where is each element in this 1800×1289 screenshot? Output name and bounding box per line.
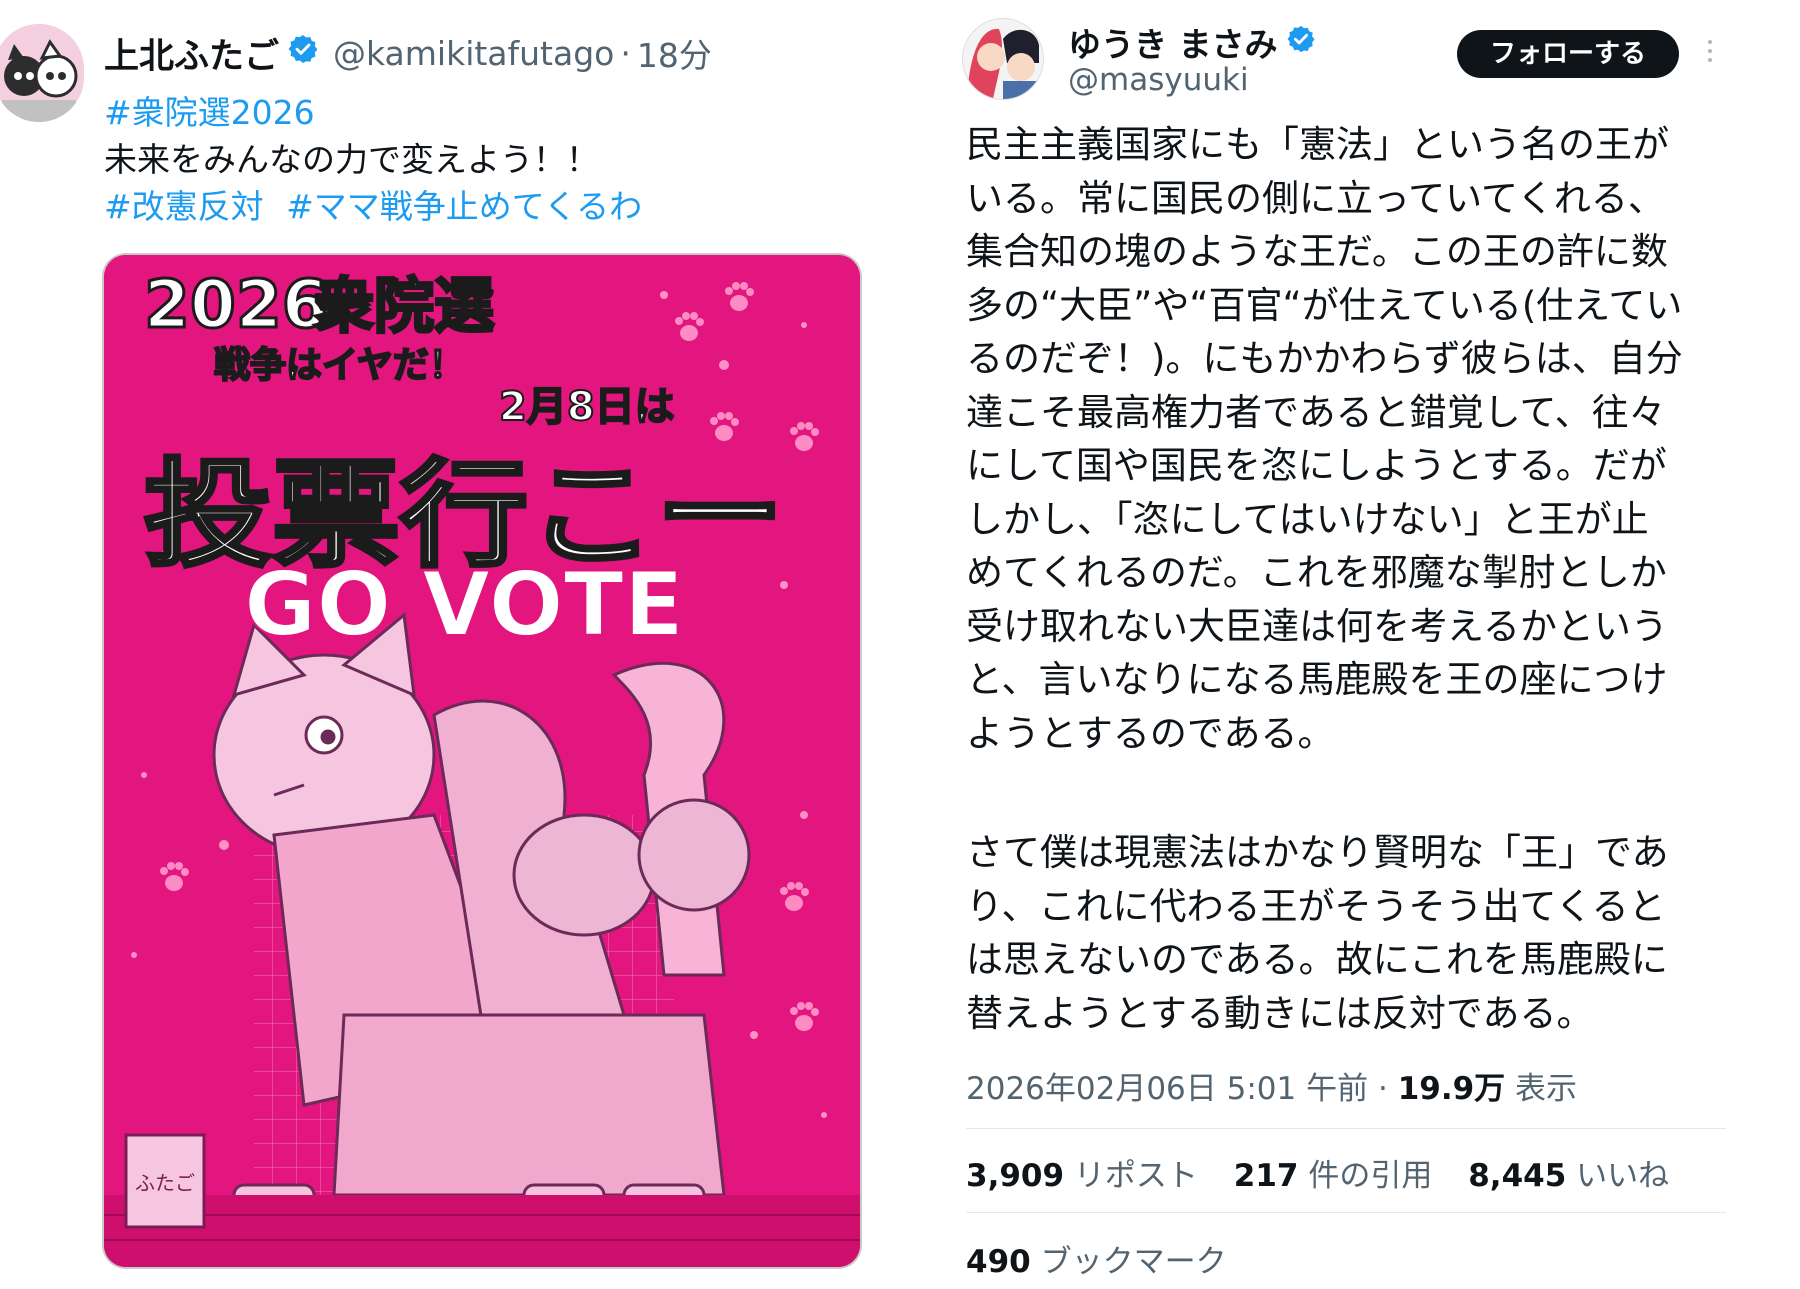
bookmarks-label: ブックマーク xyxy=(1040,1244,1227,1280)
tweet-text-line: にして国や国民を恣にしようとする。だが xyxy=(966,444,1667,487)
quotes-label: 件の引用 xyxy=(1308,1158,1433,1194)
tweet-timestamp[interactable]: 2026年02月06日 5:01 午前 xyxy=(966,1071,1368,1107)
tweet-text-line: さて僕は現憲法はかなり賢明な「王」であ xyxy=(966,831,1669,874)
right-author-name[interactable]: ゆうき まさみ xyxy=(1068,18,1278,66)
tweet-text-line: 集合知の塊のような王だ。この王の許に数 xyxy=(966,230,1668,273)
poster-subheadline: GO VOTE xyxy=(244,553,684,656)
poster-seal-text: ふたご xyxy=(135,1171,195,1195)
quotes-stat[interactable]: 217 件の引用 xyxy=(1234,1158,1433,1194)
tweet-text-line: と、言いなりになる馬鹿殿を王の座につけ xyxy=(966,658,1668,701)
left-author-handle[interactable]: @kamikitafutago xyxy=(333,34,614,73)
tweet-text-line: いる。常に国民の側に立っていてくれる、 xyxy=(966,176,1665,220)
left-tweet-text: 未来をみんなの力で変えよう！！ xyxy=(104,140,599,179)
bookmarks-count: 490 xyxy=(966,1244,1031,1280)
tweet-text-line: は思えないのである。故にこれを馬鹿殿に xyxy=(966,938,1668,981)
left-avatar[interactable] xyxy=(0,24,84,122)
poster-date: 2月8日は xyxy=(499,384,675,430)
tweet-text-line: めてくれるのだ。これを邪魔な掣肘としか xyxy=(966,551,1667,594)
likes-label: いいね xyxy=(1576,1158,1670,1194)
left-tweet-time[interactable]: 18分 xyxy=(637,29,712,77)
right-avatar[interactable] xyxy=(962,18,1044,100)
quotes-count: 217 xyxy=(1233,1158,1299,1194)
likes-count: 8,445 xyxy=(1468,1158,1567,1194)
tweet-text-line: り、これに代わる王がそうそう出てくると xyxy=(966,884,1666,928)
more-options-icon[interactable] xyxy=(1706,40,1714,70)
follow-button[interactable]: フォローする xyxy=(1457,30,1679,78)
hashtag-link[interactable]: #ママ戦争止めてくるわ xyxy=(286,187,642,226)
divider xyxy=(966,1212,1726,1213)
tweet-image[interactable]: ふたご 2026 衆院選 戦争はイヤだ！ 2月8日は 投票行こー GO VOTE xyxy=(104,255,860,1267)
engagement-stats: 3,909 リポスト 217 件の引用 8,445 いいね xyxy=(966,1150,1695,1195)
left-author-name[interactable]: 上北ふたご xyxy=(104,28,279,79)
tweet-text-line: しかし、「恣にしてはいけない」と王が止 xyxy=(966,497,1649,541)
divider xyxy=(966,1128,1726,1129)
reposts-label: リポスト xyxy=(1073,1158,1198,1194)
left-author-row: 上北ふたご @kamikitafutago · 18分 xyxy=(104,28,712,78)
tweet-text-line: るのだぞ！)。にもかかわらず彼らは、自分 xyxy=(966,337,1683,380)
verified-badge-icon xyxy=(287,33,319,74)
verified-badge-icon xyxy=(1286,23,1316,62)
left-hashtags: #改憲反対 #ママ戦争止めてくるわ xyxy=(104,180,642,228)
tweet-meta: 2026年02月06日 5:01 午前 · 19.9万 表示 xyxy=(966,1063,1577,1108)
tweet-text-line: 替えようとする動きには反対である。 xyxy=(966,991,1594,1035)
reposts-stat[interactable]: 3,909 リポスト xyxy=(966,1158,1198,1194)
tweet-text-line: 受け取れない大臣達は何を考えるかという xyxy=(966,604,1668,648)
right-author-row: ゆうき まさみ xyxy=(1068,18,1316,66)
tweet-text-line: 民主主義国家にも「憲法」という名の王が xyxy=(966,123,1669,166)
right-tweet-text: 民主主義国家にも「憲法」という名の王が いる。常に国民の側に立っていてくれる、 … xyxy=(966,118,1726,1040)
tweet-text-line: 多の“大臣”や“百官“が仕えている(仕えてい xyxy=(966,283,1683,327)
hashtag-link[interactable]: #改憲反対 xyxy=(104,187,264,226)
likes-stat[interactable]: 8,445 いいね xyxy=(1468,1158,1669,1194)
views-count: 19.9万 xyxy=(1397,1071,1506,1107)
separator-dot: · xyxy=(620,33,631,73)
poster-slogan: 戦争はイヤだ！ xyxy=(214,345,465,386)
bookmarks-stat[interactable]: 490 ブックマーク xyxy=(966,1236,1227,1281)
poster-year: 2026 xyxy=(144,266,328,343)
tweet-text-line: ようとするのである。 xyxy=(966,711,1335,755)
reposts-count: 3,909 xyxy=(966,1158,1065,1194)
views-label: 表示 xyxy=(1515,1071,1578,1107)
poster-election: 衆院選 xyxy=(314,272,494,342)
left-hashtag-link[interactable]: #衆院選2026 xyxy=(104,86,315,134)
separator-dot: · xyxy=(1377,1071,1398,1107)
tweet-text-line: 達こそ最高権力者であると錯覚して、往々 xyxy=(966,390,1666,434)
right-author-handle[interactable]: @masyuuki xyxy=(1068,62,1249,98)
